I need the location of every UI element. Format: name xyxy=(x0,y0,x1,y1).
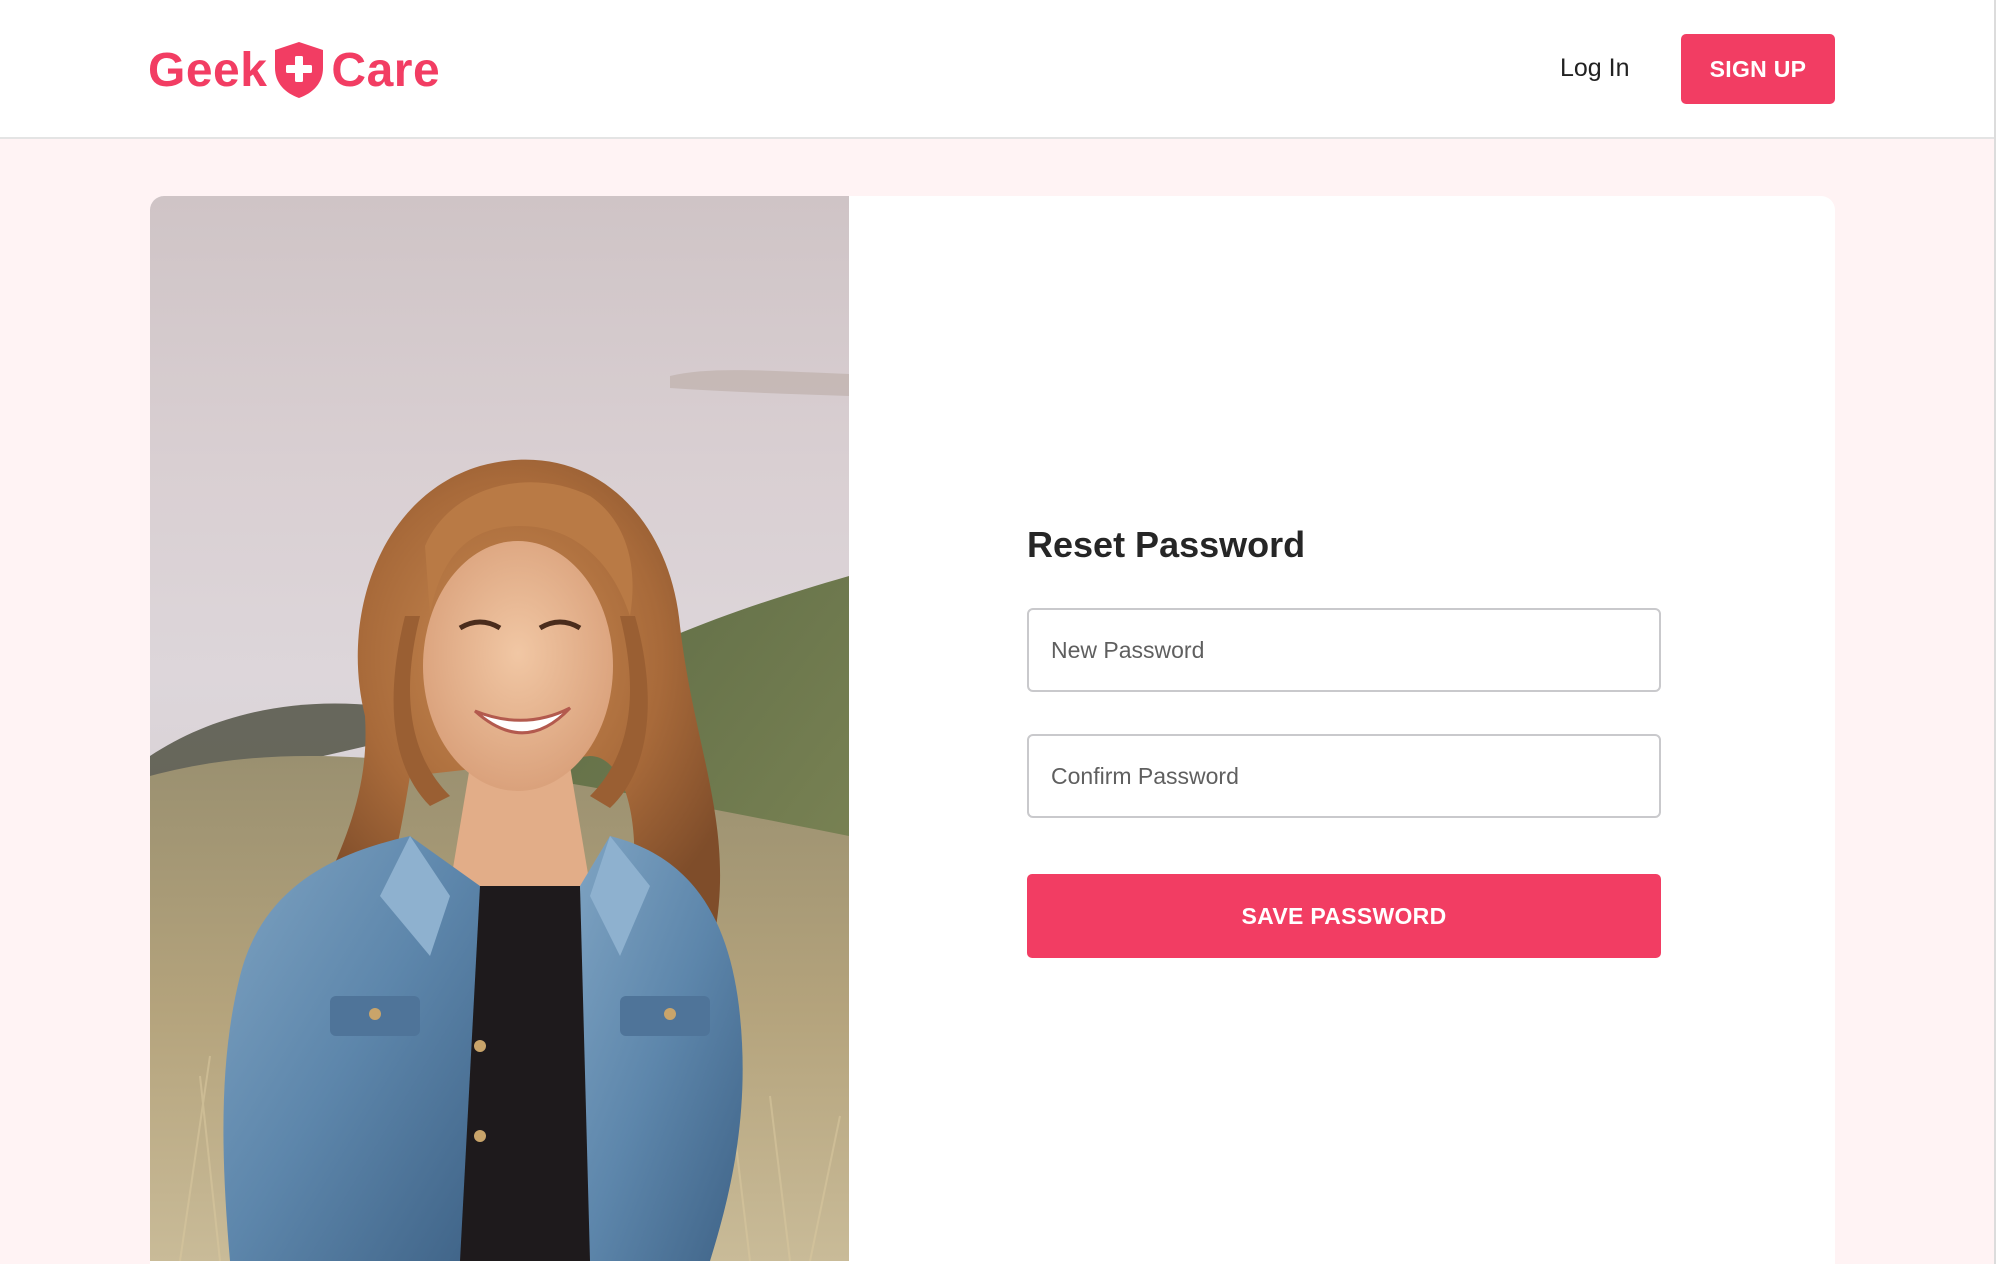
login-link[interactable]: Log In xyxy=(1560,46,1630,90)
new-password-field[interactable] xyxy=(1027,608,1661,692)
smiling-woman-denim-jacket-photo xyxy=(150,196,849,1261)
form-title: Reset Password xyxy=(1027,524,1306,566)
brand-name-right: Care xyxy=(331,43,441,97)
signup-button[interactable]: SIGN UP xyxy=(1681,34,1835,104)
brand-name-left: Geek xyxy=(148,43,268,97)
new-password-input[interactable] xyxy=(1049,609,1659,691)
confirm-password-input[interactable] xyxy=(1049,735,1659,817)
shield-plus-icon xyxy=(271,40,327,100)
brand-logo[interactable]: Geek Care xyxy=(148,38,440,102)
reset-password-card: Reset Password SAVE PASSWORD xyxy=(150,196,1835,1264)
confirm-password-field[interactable] xyxy=(1027,734,1661,818)
top-navbar: Geek Care Log In SIGN UP xyxy=(0,0,1994,139)
main-content: Reset Password SAVE PASSWORD xyxy=(0,139,1994,1264)
save-password-button[interactable]: SAVE PASSWORD xyxy=(1027,874,1661,958)
reset-password-form: Reset Password SAVE PASSWORD xyxy=(1027,196,1661,1264)
window-edge xyxy=(1994,0,1996,1264)
